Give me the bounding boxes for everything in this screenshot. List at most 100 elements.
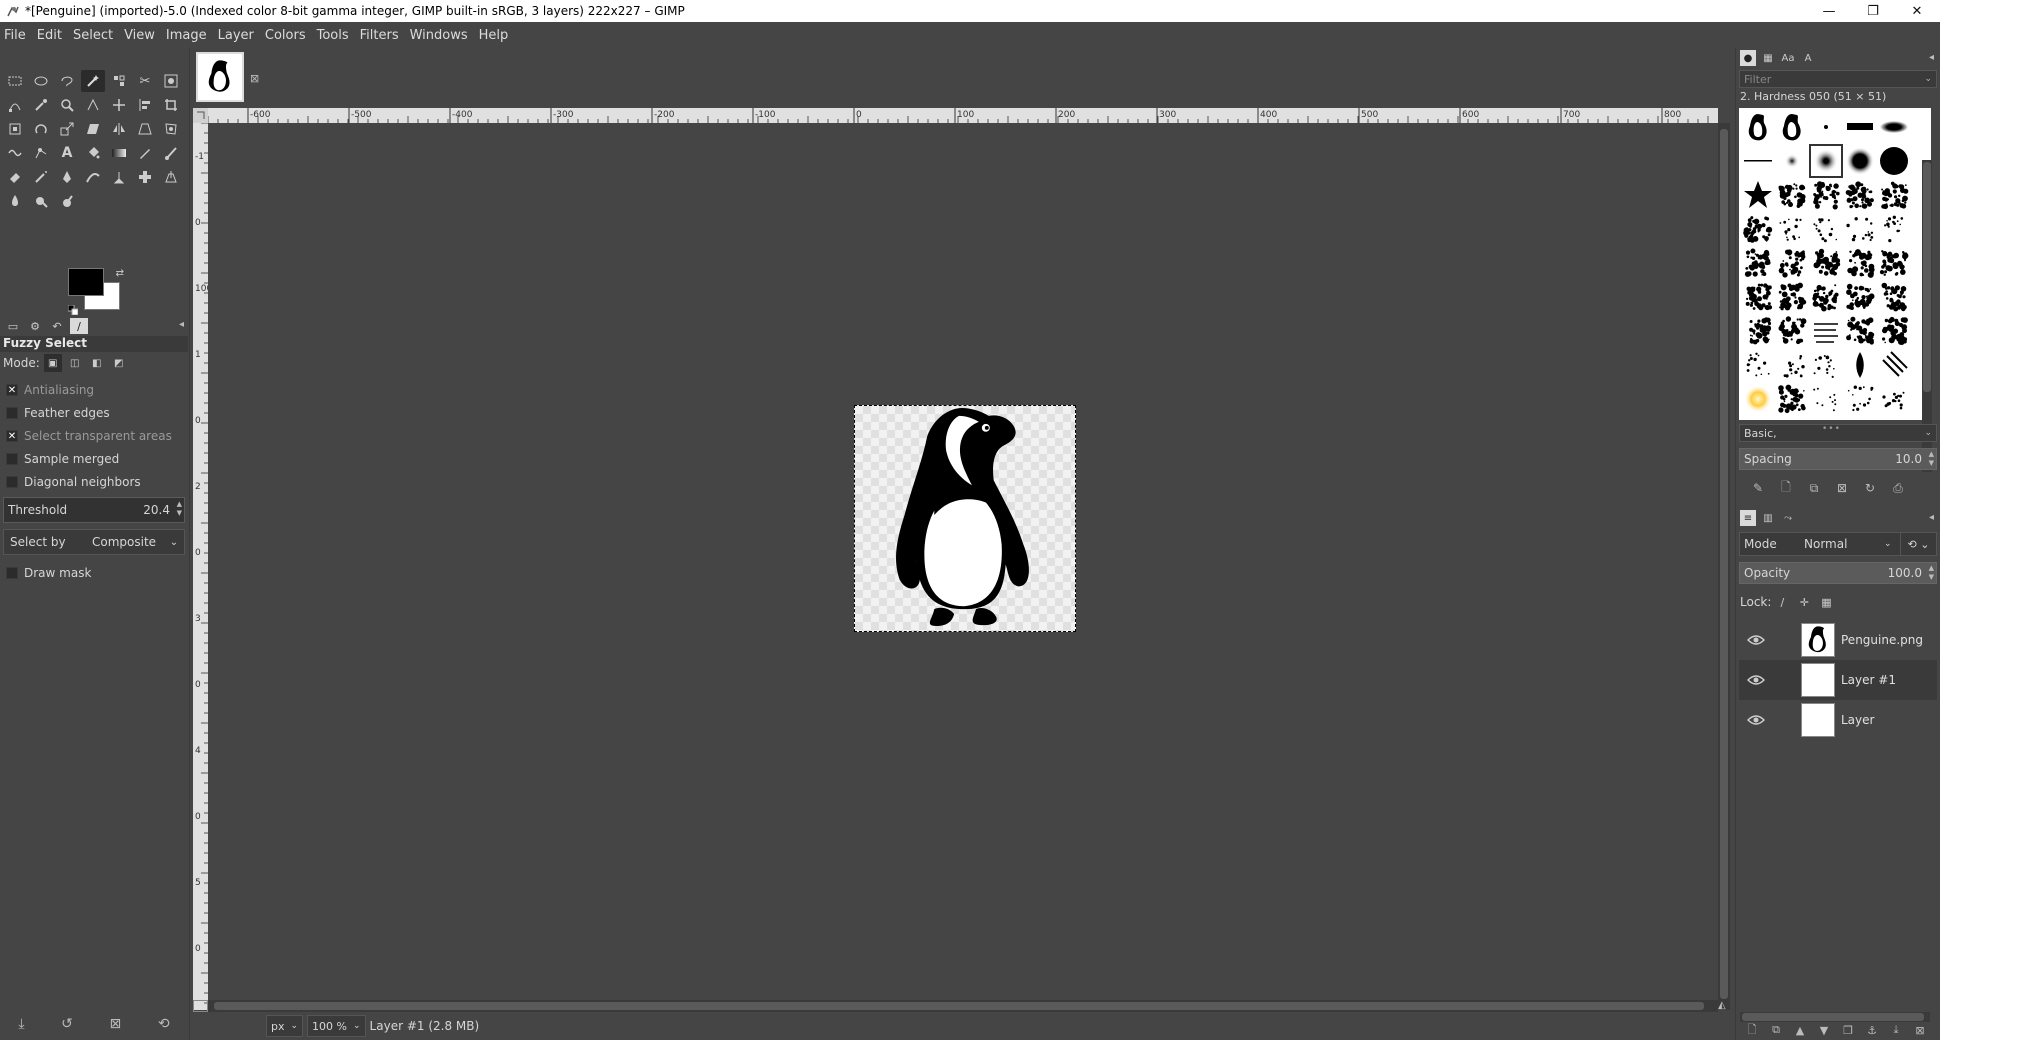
- smudge-icon[interactable]: [29, 190, 53, 212]
- blur-sharpen-icon[interactable]: [3, 190, 27, 212]
- perspective-clone-icon[interactable]: [159, 166, 183, 188]
- brush-item[interactable]: [1809, 246, 1843, 280]
- brush-item[interactable]: [1877, 280, 1911, 314]
- save-tool-preset-icon[interactable]: ⤓: [18, 1016, 24, 1032]
- images-tab-icon[interactable]: ∕: [70, 318, 88, 334]
- menu-select[interactable]: Select: [73, 28, 113, 43]
- unit-select[interactable]: px ⌄: [266, 1015, 304, 1037]
- free-select-icon[interactable]: [55, 70, 79, 92]
- device-status-tab-icon[interactable]: ⚙: [26, 318, 44, 334]
- image-canvas[interactable]: [208, 123, 1718, 1010]
- close-image-tab-icon[interactable]: ⊠: [250, 72, 259, 85]
- fuzzy-select-icon[interactable]: [81, 70, 105, 92]
- spacing-spinner[interactable]: Spacing 10.0 ▲ ▼: [1739, 448, 1937, 470]
- dock-menu-icon[interactable]: ◂: [179, 319, 184, 330]
- layer-row[interactable]: Penguine.png: [1739, 620, 1937, 660]
- brush-item[interactable]: [1843, 144, 1877, 178]
- new-brush-icon[interactable]: 🗋: [1772, 478, 1800, 498]
- layer-row[interactable]: Layer: [1739, 700, 1937, 740]
- rotate-icon[interactable]: [29, 118, 53, 140]
- swap-colors-icon[interactable]: ⇄: [116, 268, 124, 279]
- menu-filters[interactable]: Filters: [360, 28, 399, 43]
- paths-icon[interactable]: [3, 94, 27, 116]
- composite-mode-switch-icon[interactable]: ⟲ ⌄: [1900, 533, 1936, 555]
- layer-row[interactable]: Layer #1: [1739, 660, 1937, 700]
- ink-icon[interactable]: [55, 166, 79, 188]
- brush-item[interactable]: [1843, 280, 1877, 314]
- spinner-arrows-icon[interactable]: ▲ ▼: [1929, 450, 1934, 468]
- menu-help[interactable]: Help: [479, 28, 509, 43]
- brush-item[interactable]: [1741, 144, 1775, 178]
- scale-icon[interactable]: [55, 118, 79, 140]
- brush-item[interactable]: [1741, 382, 1775, 416]
- foreground-color-swatch[interactable]: [68, 268, 104, 296]
- merge-layer-icon[interactable]: ⤓: [1884, 1021, 1908, 1039]
- minimize-button[interactable]: —: [1806, 0, 1852, 22]
- brush-item[interactable]: [1877, 348, 1911, 382]
- brush-item[interactable]: [1843, 212, 1877, 246]
- bucket-fill-icon[interactable]: [81, 142, 105, 164]
- foreground-select-icon[interactable]: [159, 70, 183, 92]
- spinner-arrows-icon[interactable]: ▲ ▼: [177, 500, 182, 518]
- brushes-tab-icon[interactable]: ●: [1740, 50, 1756, 66]
- sample-merged-checkbox[interactable]: Sample merged: [0, 447, 188, 470]
- menu-image[interactable]: Image: [166, 28, 207, 43]
- default-colors-icon[interactable]: [67, 304, 79, 316]
- ellipse-select-icon[interactable]: [29, 70, 53, 92]
- brush-item[interactable]: [1877, 314, 1911, 348]
- visibility-eye-icon[interactable]: [1739, 634, 1773, 646]
- brush-item[interactable]: [1775, 382, 1809, 416]
- rect-select-icon[interactable]: [3, 70, 27, 92]
- quick-mask-toggle[interactable]: [193, 1000, 208, 1012]
- brush-item[interactable]: [1877, 144, 1911, 178]
- select-transparent-areas-checkbox[interactable]: ✕ Select transparent areas: [0, 424, 188, 447]
- layer-mode-combo[interactable]: Mode Normal ⌄ ⟲ ⌄: [1739, 532, 1937, 556]
- anchor-layer-icon[interactable]: ⚓: [1860, 1021, 1884, 1039]
- opacity-spinner[interactable]: Opacity 100.0 ▲ ▼: [1739, 562, 1937, 584]
- menu-layer[interactable]: Layer: [218, 28, 254, 43]
- document-history-tab-icon[interactable]: A: [1800, 50, 1816, 66]
- duplicate-layer-icon[interactable]: ❐: [1836, 1021, 1860, 1039]
- draw-mask-checkbox[interactable]: Draw mask: [0, 561, 188, 584]
- brush-item[interactable]: [1877, 110, 1911, 144]
- cage-transform-icon[interactable]: [159, 118, 183, 140]
- brush-item[interactable]: [1741, 348, 1775, 382]
- horizontal-ruler[interactable]: -600 -500 -400 -300 -200 -100 0 100 200 300 400 500…: [208, 108, 1718, 123]
- brush-item[interactable]: [1775, 246, 1809, 280]
- undo-history-tab-icon[interactable]: ↶: [48, 318, 66, 334]
- brush-item[interactable]: [1741, 110, 1775, 144]
- scrollbar-thumb[interactable]: [214, 1002, 1704, 1010]
- refresh-brushes-icon[interactable]: ↻: [1856, 478, 1884, 498]
- brush-item[interactable]: [1843, 314, 1877, 348]
- dodge-burn-icon[interactable]: [55, 190, 79, 212]
- brush-item[interactable]: [1775, 144, 1809, 178]
- perspective-icon[interactable]: [133, 118, 157, 140]
- raise-layer-icon[interactable]: ▲: [1788, 1021, 1812, 1039]
- brush-item[interactable]: [1877, 178, 1911, 212]
- brush-item[interactable]: [1809, 144, 1843, 178]
- close-window-button[interactable]: ✕: [1894, 0, 1940, 22]
- antialiasing-checkbox[interactable]: ✕ Antialiasing: [0, 378, 188, 401]
- edit-brush-icon[interactable]: ✎: [1744, 478, 1772, 498]
- unified-transform-icon[interactable]: [3, 118, 27, 140]
- delete-brush-icon[interactable]: ⊠: [1828, 478, 1856, 498]
- channels-tab-icon[interactable]: ▥: [1760, 510, 1776, 526]
- restore-tool-preset-icon[interactable]: ↺: [61, 1016, 73, 1032]
- dock-menu-icon[interactable]: ◂: [1929, 52, 1934, 63]
- eraser-icon[interactable]: [3, 166, 27, 188]
- right-dock-sash[interactable]: •••: [1822, 424, 1841, 434]
- mode-replace-icon[interactable]: ▣: [43, 354, 62, 372]
- shear-icon[interactable]: [81, 118, 105, 140]
- brush-item[interactable]: [1775, 178, 1809, 212]
- scrollbar-thumb[interactable]: [1720, 129, 1728, 999]
- brush-item[interactable]: [1775, 280, 1809, 314]
- vertical-scrollbar[interactable]: [1718, 123, 1730, 1010]
- brush-item[interactable]: [1877, 382, 1911, 416]
- brush-item[interactable]: [1741, 178, 1775, 212]
- brush-item[interactable]: [1775, 110, 1809, 144]
- visibility-eye-icon[interactable]: [1739, 674, 1773, 686]
- brush-item[interactable]: [1809, 382, 1843, 416]
- duplicate-brush-icon[interactable]: ⧉: [1800, 478, 1828, 498]
- scissors-select-icon[interactable]: ✂: [133, 70, 157, 92]
- measure-icon[interactable]: [81, 94, 105, 116]
